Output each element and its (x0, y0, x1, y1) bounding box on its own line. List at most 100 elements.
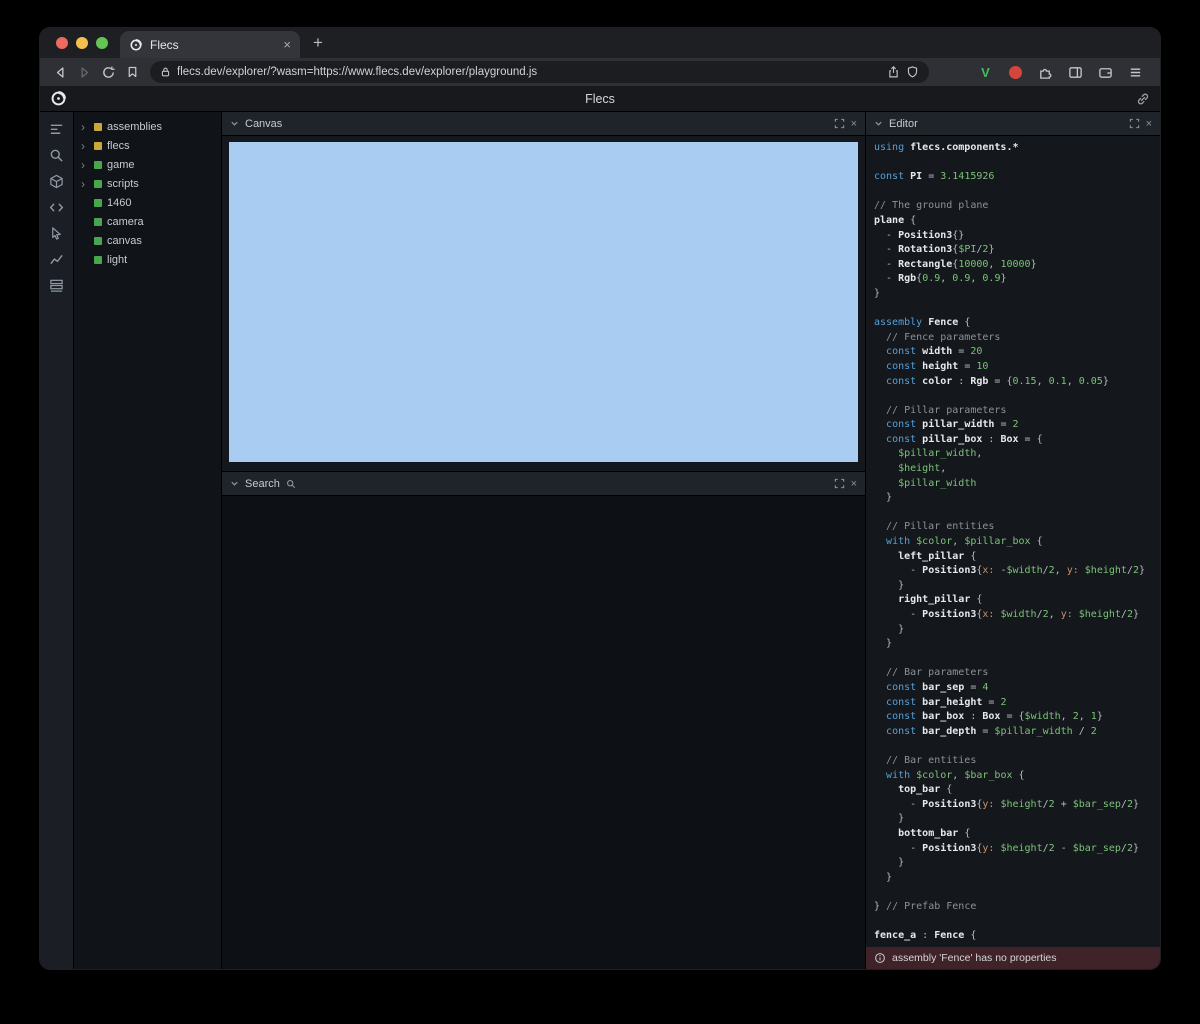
code-line: const PI = 3.1415926 (874, 170, 1160, 185)
tree-item-label: assemblies (107, 121, 162, 133)
code-line: } (874, 856, 1160, 871)
code-line: // Pillar parameters (874, 404, 1160, 419)
back-button[interactable] (48, 62, 72, 82)
close-panel-icon[interactable]: × (851, 478, 857, 490)
flecs-favicon (129, 38, 143, 52)
code-line: - Position3{y: $height/2 - $bar_sep/2} (874, 842, 1160, 857)
tab-close-icon[interactable]: × (283, 38, 291, 51)
tree-item[interactable]: camera (74, 212, 221, 231)
expand-chevron-icon[interactable]: › (81, 122, 89, 132)
search-icon[interactable] (46, 147, 68, 163)
chart-icon[interactable] (46, 251, 68, 267)
url-text: flecs.dev/explorer/?wasm=https://www.fle… (177, 66, 881, 78)
tree-item[interactable]: ›flecs (74, 136, 221, 155)
tree-item[interactable]: 1460 (74, 193, 221, 212)
browser-toolbar: flecs.dev/explorer/?wasm=https://www.fle… (40, 58, 1160, 86)
expand-chevron-icon[interactable]: › (81, 160, 89, 170)
code-line (874, 652, 1160, 667)
bookmark-icon[interactable] (120, 62, 144, 82)
code-line: const width = 20 (874, 345, 1160, 360)
expand-chevron-icon[interactable]: › (81, 141, 89, 151)
cube-icon[interactable] (46, 173, 68, 189)
tree-item-label: light (107, 254, 127, 266)
wallet-icon[interactable] (1097, 64, 1114, 81)
info-icon (874, 952, 886, 964)
collapse-chevron-icon[interactable] (874, 119, 883, 128)
expand-chevron-icon[interactable]: › (81, 179, 89, 189)
reload-button[interactable] (96, 62, 120, 82)
code-line: const bar_sep = 4 (874, 681, 1160, 696)
code-icon[interactable] (46, 199, 68, 215)
inspect-cursor-icon[interactable] (46, 225, 68, 241)
minimize-window-button[interactable] (76, 37, 88, 49)
code-line (874, 739, 1160, 754)
tree-item-label: 1460 (107, 197, 131, 209)
extension-red-icon[interactable] (1007, 64, 1024, 81)
close-panel-icon[interactable]: × (851, 118, 857, 130)
forward-button[interactable] (72, 62, 96, 82)
code-line: fence_a : Fence { (874, 929, 1160, 944)
code-line: const color : Rgb = {0.15, 0.1, 0.05} (874, 375, 1160, 390)
code-line: } (874, 637, 1160, 652)
tree-item[interactable]: light (74, 250, 221, 269)
tree-item-label: camera (107, 216, 144, 228)
tree-item[interactable]: ›scripts (74, 174, 221, 193)
code-line (874, 914, 1160, 929)
tree-item-label: game (107, 159, 135, 171)
code-line: $pillar_width, (874, 447, 1160, 462)
extension-v-icon[interactable]: V (977, 64, 994, 81)
share-icon[interactable] (887, 65, 900, 79)
browser-window: Flecs × + flecs.dev/explorer/?wasm=https… (40, 28, 1160, 969)
code-line: $height, (874, 462, 1160, 477)
sidebar-toggle-icon[interactable] (1067, 64, 1084, 81)
code-line: right_pillar { (874, 593, 1160, 608)
zoom-window-button[interactable] (96, 37, 108, 49)
tree-item[interactable]: › game (74, 155, 221, 174)
code-line: using flecs.components.* (874, 141, 1160, 156)
extensions-puzzle-icon[interactable] (1037, 64, 1054, 81)
list-rows-icon[interactable] (46, 277, 68, 293)
entity-color-square (94, 142, 102, 150)
close-window-button[interactable] (56, 37, 68, 49)
code-line (874, 885, 1160, 900)
code-editor[interactable]: using flecs.components.* const PI = 3.14… (866, 136, 1160, 947)
close-panel-icon[interactable]: × (1146, 118, 1152, 130)
tree-item[interactable]: › assemblies (74, 117, 221, 136)
canvas-panel-body (222, 136, 865, 472)
code-line: } // Prefab Fence (874, 900, 1160, 915)
code-line: } (874, 287, 1160, 302)
code-line: - Position3{y: $height/2 + $bar_sep/2} (874, 798, 1160, 813)
tree-view-icon[interactable] (46, 121, 68, 137)
main-content: ›assemblies›flecs›game›scripts1460camera… (40, 112, 1160, 969)
search-panel-title: Search (245, 478, 280, 490)
editor-column: Editor × using flecs.components.* const … (866, 112, 1160, 969)
address-bar[interactable]: flecs.dev/explorer/?wasm=https://www.fle… (150, 61, 929, 83)
code-line: left_pillar { (874, 550, 1160, 565)
editor-panel-title: Editor (889, 118, 918, 130)
canvas-3d-view[interactable] (229, 142, 858, 462)
editor-panel-header: Editor × (866, 112, 1160, 136)
entity-color-square (94, 180, 102, 188)
tree-item[interactable]: canvas (74, 231, 221, 250)
browser-tab[interactable]: Flecs × (120, 31, 300, 58)
error-message: assembly 'Fence' has no properties (892, 952, 1057, 964)
expand-panel-icon[interactable] (1129, 118, 1140, 129)
code-line: - Rgb{0.9, 0.9, 0.9} (874, 272, 1160, 287)
expand-panel-icon[interactable] (834, 118, 845, 129)
code-line: } (874, 623, 1160, 638)
expand-panel-icon[interactable] (834, 478, 845, 489)
new-tab-button[interactable]: + (313, 34, 323, 51)
code-line: with $color, $bar_box { (874, 769, 1160, 784)
entity-color-square (94, 237, 102, 245)
share-link-icon[interactable] (1136, 92, 1150, 106)
code-line: // The ground plane (874, 199, 1160, 214)
code-line: const pillar_width = 2 (874, 418, 1160, 433)
collapse-chevron-icon[interactable] (230, 119, 239, 128)
code-line: } (874, 491, 1160, 506)
code-line: - Position3{} (874, 229, 1160, 244)
canvas-panel-header: Canvas × (222, 112, 865, 136)
brave-shield-icon[interactable] (906, 65, 919, 79)
canvas-panel-title: Canvas (245, 118, 282, 130)
menu-icon[interactable] (1127, 64, 1144, 81)
collapse-chevron-icon[interactable] (230, 479, 239, 488)
